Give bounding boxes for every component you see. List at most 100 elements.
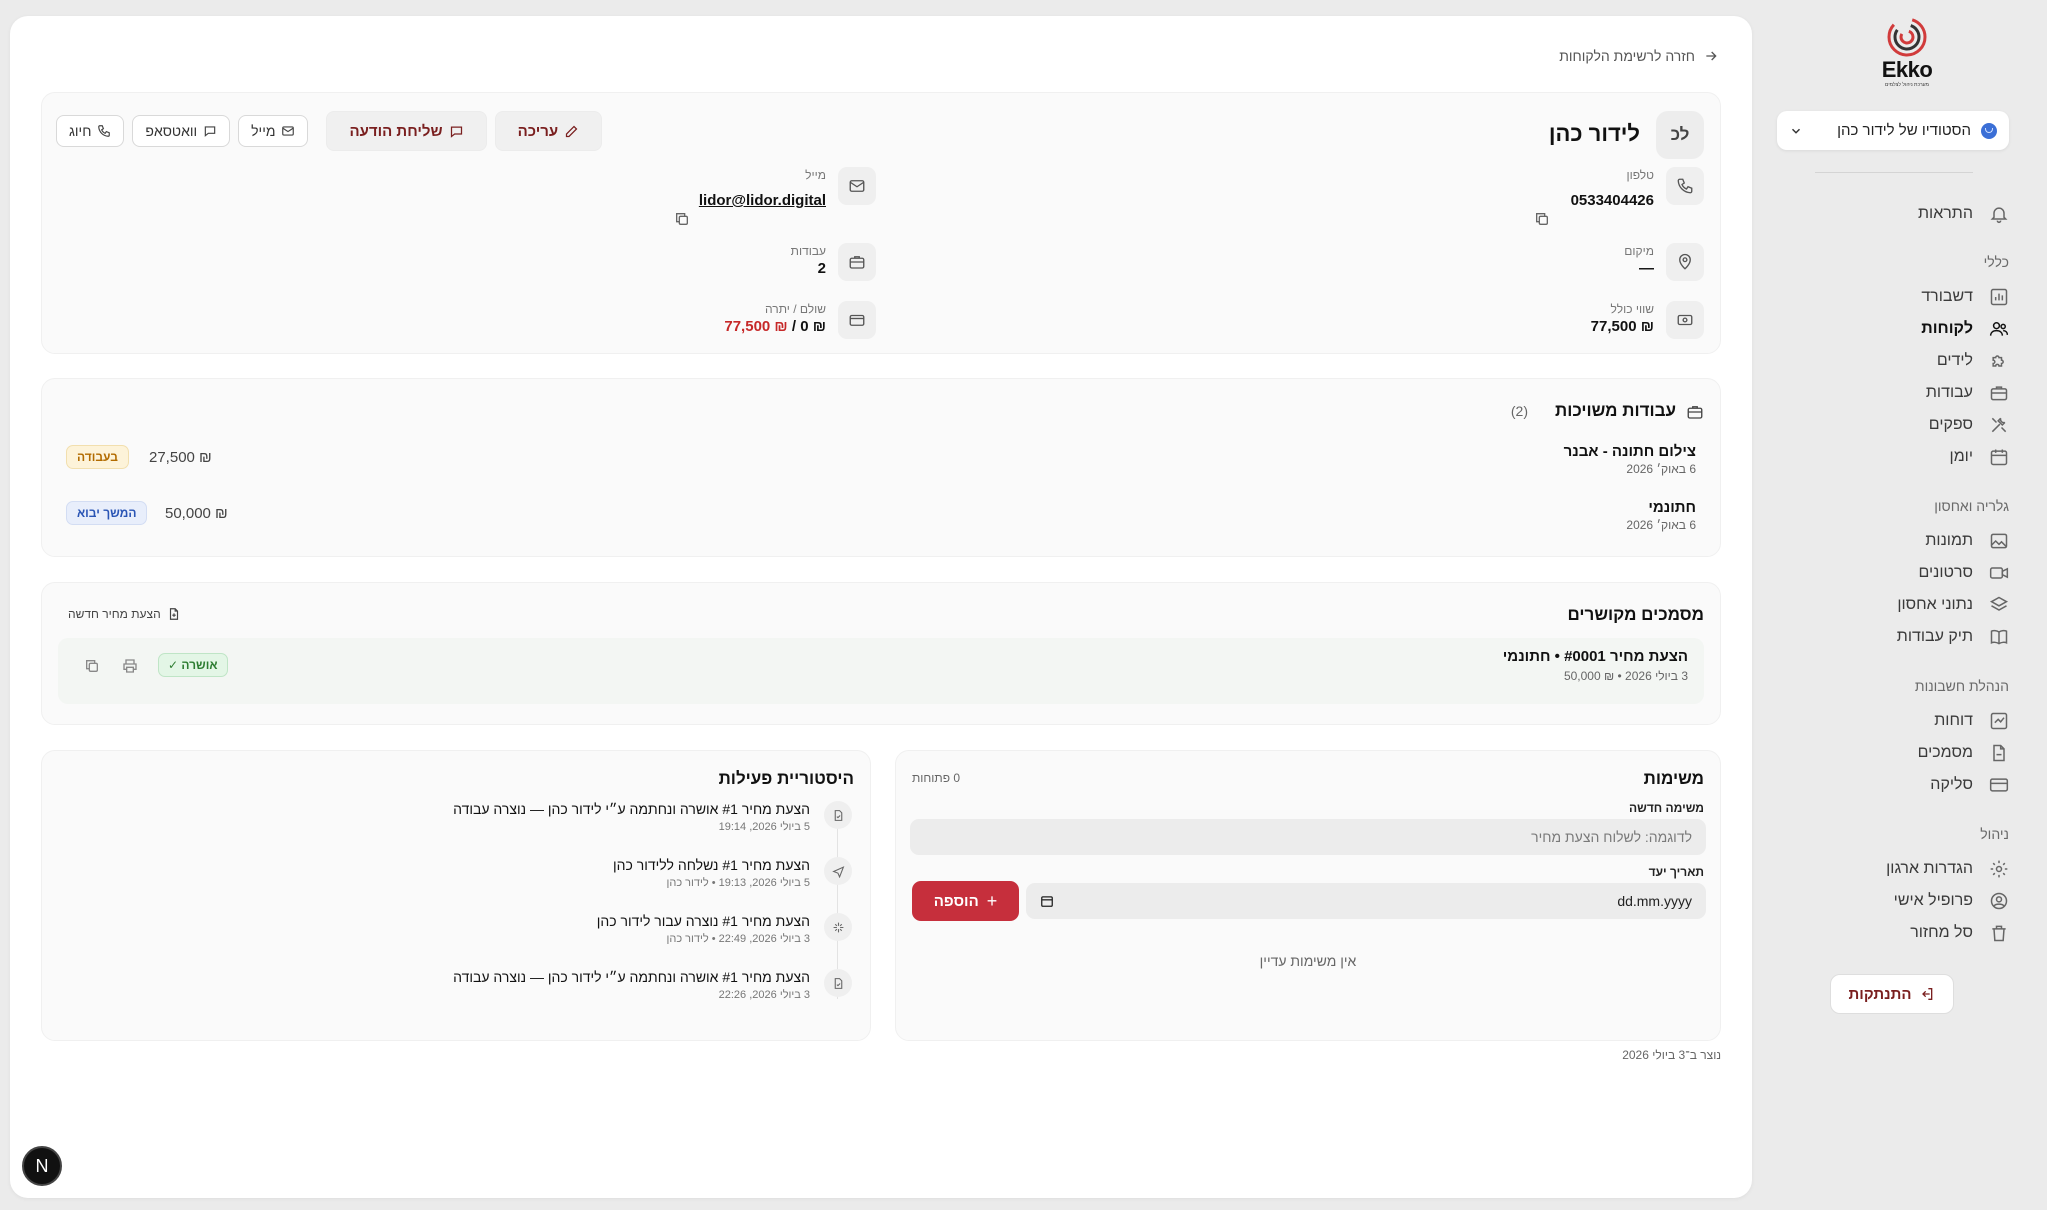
brand-tagline: מערכת ניהול לצלמים [1885,82,1929,88]
section-gallery: גלריה ואחסון [1934,498,2009,514]
brand-logo[interactable]: Ekko מערכת ניהול לצלמים [1877,16,1937,92]
sidebar-item-notifications[interactable]: התראות [1918,200,2009,228]
email-label: מייל [805,168,826,182]
history-item-title: הצעת מחיר #1 נוצרה עבור לידור כהן [596,913,810,929]
status-badge: בעבודה [66,445,129,469]
video-icon [1989,567,2009,579]
sidebar-item-portfolio[interactable]: תיק עבודות [1897,623,2009,651]
sidebar-item-profile[interactable]: פרופיל אישי [1894,887,2009,915]
sidebar-item-label: סרטונים [1918,564,1973,581]
edit-button[interactable]: עריכה [494,111,603,151]
sidebar-item-trash[interactable]: סל מחזור [1910,919,2009,947]
calendar-icon[interactable] [1040,894,1054,908]
document-check-icon [824,801,852,829]
gear-icon [1990,860,2008,878]
sidebar-item-customers[interactable]: לקוחות [1921,315,2009,343]
jobs-count-label: עבודות [790,244,826,258]
file-plus-icon [169,608,178,620]
history-title: היסטוריית פעילות [718,769,854,788]
back-to-customers-link[interactable]: חזרה לרשימת הלקוחות [1559,48,1719,64]
section-management: ניהול [1980,826,2009,842]
image-icon [1990,533,2008,549]
copy-phone-icon[interactable] [1534,211,1550,227]
tasks-open-count: 0 פתוחות [912,771,961,785]
sidebar-item-reports[interactable]: דוחות [1934,707,2009,735]
sidebar: Ekko מערכת ניהול לצלמים הסטודיו של לידור… [1752,0,2047,1210]
sidebar-item-calendar[interactable]: יומן [1950,443,2009,471]
sidebar-item-label: סל מחזור [1910,924,1973,941]
sidebar-item-leads[interactable]: לידים [1937,347,2009,375]
email-field: מייל lidor@lidor.digital [699,167,876,211]
sidebar-item-label: פרופיל אישי [1893,892,1973,909]
sidebar-item-label: תמונות [1925,532,1973,549]
sidebar-item-documents[interactable]: מסמכים [1918,739,2009,767]
customer-avatar: לכ [1656,111,1704,159]
copy-icon[interactable] [84,658,100,674]
whatsapp-button[interactable]: וואטסאפ [132,115,231,147]
send-message-button[interactable]: שליחת הודעה [326,111,487,151]
studio-name: הסטודיו של לידור כהן [1837,122,1971,139]
brand-name: Ekko [1881,57,1933,82]
sidebar-item-label: סליקה [1930,776,1973,793]
location-value: — [1639,260,1654,277]
logout-button[interactable]: התנתקות [1830,974,1954,1014]
paid-value: ₪ 0 / [791,318,826,335]
history-item-title: הצעת מחיר #1 אושרה ונחתמה ע״י לידור כהן … [453,969,810,985]
history-card: היסטוריית פעילות הצעת מחיר #1 אושרה ונחת… [41,750,871,1041]
trash-icon [1992,925,2006,942]
sidebar-item-label: יומן [1949,448,1973,465]
due-date-input[interactable]: dd.mm.yyyy [1026,883,1706,919]
print-icon[interactable] [122,658,138,674]
section-accounting: הנהלת חשבונות [1914,678,2009,694]
sidebar-item-org-settings[interactable]: הגדרות ארגון [1886,855,2009,883]
sidebar-item-label: עבודות [1925,384,1973,401]
tasks-card: משימות 0 פתוחות משימה חדשה לדוגמה: לשלוח… [895,750,1721,1041]
sidebar-item-photos[interactable]: תמונות [1925,527,2009,555]
mail-button[interactable]: מייל [238,115,309,147]
sidebar-item-label: דשבורד [1921,288,1973,305]
customer-actions: חיוג וואטסאפ מייל שליחת הודעה עריכה [56,111,603,151]
call-button[interactable]: חיוג [56,115,125,147]
add-task-button[interactable]: + הוספה [912,881,1019,921]
history-item-meta: 3 ביולי 2026, 22:49 • לידור כהן [666,933,811,945]
total-value: ₪ 77,500 [1590,318,1654,335]
copy-email-icon[interactable] [674,211,690,227]
tasks-title: משימות [1643,769,1704,788]
sidebar-item-jobs[interactable]: עבודות [1926,379,2009,407]
customer-card: לכ לידור כהן חיוג וואטסאפ מייל שליחת הוד… [41,92,1721,354]
users-icon [1989,322,2009,336]
sidebar-item-suppliers[interactable]: ספקים [1929,411,2009,439]
documents-title: מסמכים מקושרים [1567,605,1705,624]
paid-field: שולם / יתרה ₪ 0 / ₪ 77,500 [724,301,876,339]
briefcase-icon [1687,406,1703,419]
phone-icon [98,125,111,137]
credit-card-icon [1989,778,2009,792]
sidebar-item-clearing[interactable]: סליקה [1930,771,2009,799]
dev-tools-button[interactable]: N [22,1146,62,1186]
studio-select[interactable]: הסטודיו של לידור כהן [1777,111,2009,150]
document-row[interactable]: הצעת מחיר #0001 • חתונמי 3 ביולי 2026 • … [58,638,1704,704]
mail-icon [282,126,295,136]
history-item-title: הצעת מחיר #1 אושרה ונחתמה ע״י לידור כהן … [453,801,810,817]
briefcase-icon [838,243,876,281]
sidebar-item-label: לקוחות [1921,320,1973,337]
sidebar-item-videos[interactable]: סרטונים [1918,559,2009,587]
phone-label: טלפון [1626,168,1654,182]
puzzle-icon [1992,355,2004,367]
status-badge: המשך יבוא [66,501,148,525]
send-icon [824,857,852,885]
phone-value[interactable]: 0533404426 [1571,191,1654,211]
studio-avatar [1981,122,1997,139]
created-date: נוצר ב־3 ביולי 2026 [1622,1048,1721,1062]
phone-field: טלפון 0533404426 [1571,167,1704,211]
chevron-down-icon [1791,128,1801,134]
new-task-input[interactable]: לדוגמה: לשלוח הצעת מחיר [910,819,1706,855]
briefcase-icon [1990,386,2008,401]
jobs-count: (2) [1510,403,1528,419]
job-price: ₪ 27,500 [149,449,212,466]
email-value[interactable]: lidor@lidor.digital [699,191,826,211]
sidebar-item-storage[interactable]: נתוני אחסון [1897,591,2009,619]
sidebar-item-dashboard[interactable]: דשבורד [1921,283,2009,311]
jobs-title: עבודות משויכות [1555,401,1676,420]
new-quote-button[interactable]: הצעת מחיר חדשה [68,607,181,621]
